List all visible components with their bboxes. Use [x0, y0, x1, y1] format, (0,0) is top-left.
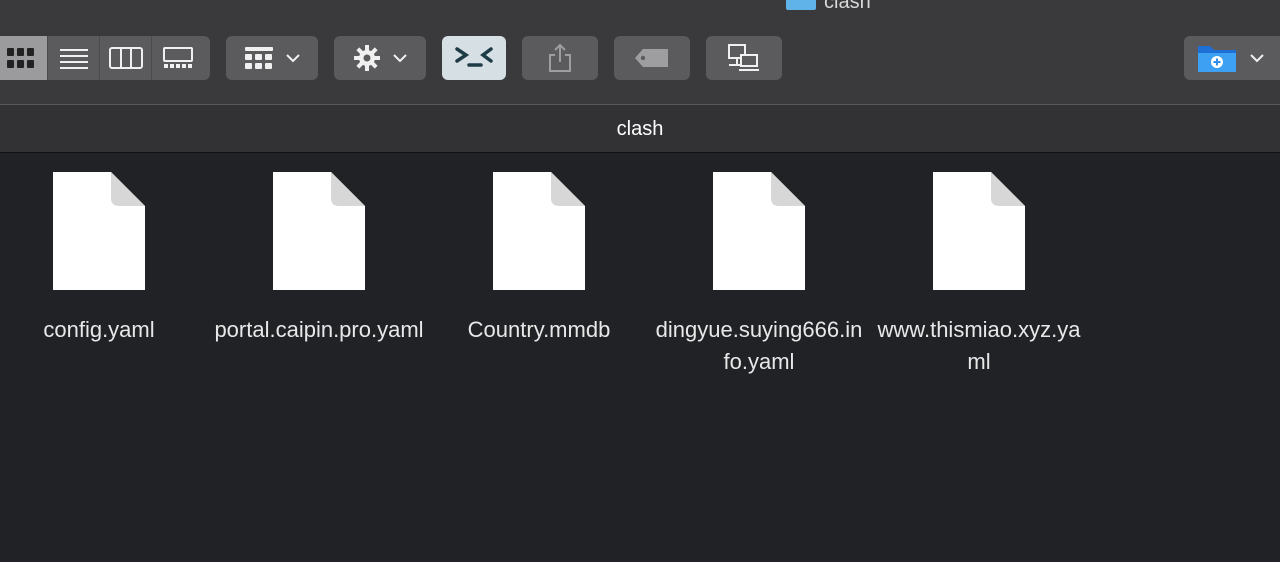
new-folder-button[interactable]	[1184, 36, 1280, 80]
list-icon	[59, 49, 88, 69]
window-title-label: clash	[824, 0, 871, 13]
view-icons-button[interactable]	[0, 36, 48, 80]
file-item[interactable]: dingyue.suying666.info.yaml	[649, 172, 869, 378]
new-folder-icon	[1198, 46, 1236, 72]
window-title: clash	[786, 0, 871, 13]
connect-server-icon	[728, 44, 759, 71]
share-button[interactable]	[522, 36, 598, 80]
document-icon	[933, 172, 1025, 290]
view-columns-button[interactable]	[100, 36, 152, 80]
chevron-down-icon	[286, 54, 300, 63]
tag-icon	[635, 49, 668, 67]
document-icon	[53, 172, 145, 290]
gallery-icon	[163, 47, 193, 68]
current-folder-title: clash	[616, 118, 664, 140]
file-name: www.thismiao.xyz.yaml	[877, 317, 1081, 374]
file-name: portal.caipin.pro.yaml	[214, 317, 424, 342]
file-name: config.yaml	[43, 317, 155, 342]
edit-tags-button[interactable]	[614, 36, 690, 80]
view-list-button[interactable]	[48, 36, 100, 80]
grid-icon	[6, 48, 34, 68]
view-mode-control	[0, 36, 210, 80]
path-bar: clash	[0, 105, 1280, 153]
toolbar: clash	[0, 0, 1280, 104]
document-icon	[713, 172, 805, 290]
action-menu-button[interactable]	[334, 36, 426, 80]
share-icon	[549, 43, 571, 72]
group-by-button[interactable]	[226, 36, 318, 80]
columns-icon	[108, 47, 143, 69]
file-item[interactable]: www.thismiao.xyz.yaml	[869, 172, 1089, 378]
file-item[interactable]: portal.caipin.pro.yaml	[209, 172, 429, 346]
file-item[interactable]: config.yaml	[0, 172, 209, 346]
file-name: dingyue.suying666.info.yaml	[655, 317, 863, 374]
gear-icon	[354, 45, 380, 71]
view-gallery-button[interactable]	[152, 36, 204, 80]
folder-icon	[786, 0, 816, 10]
chevron-down-icon	[393, 54, 407, 63]
terminal-icon	[455, 47, 493, 67]
document-icon	[493, 172, 585, 290]
file-name: Country.mmdb	[467, 317, 611, 342]
chevron-down-icon	[1250, 54, 1264, 63]
open-terminal-button[interactable]	[442, 36, 506, 80]
document-icon	[273, 172, 365, 290]
group-by-icon	[245, 47, 273, 69]
connect-server-button[interactable]	[706, 36, 782, 80]
file-item[interactable]: Country.mmdb	[429, 172, 649, 346]
